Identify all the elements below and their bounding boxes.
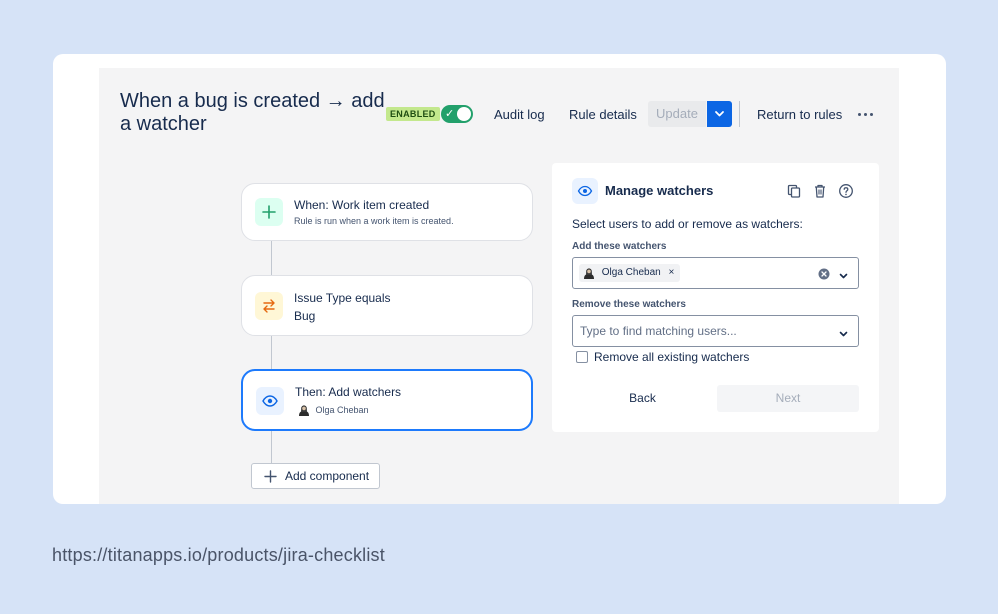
action-user-name: Olga Cheban (315, 405, 369, 415)
trash-icon[interactable] (812, 183, 828, 199)
condition-value: Bug (294, 309, 316, 323)
user-avatar-icon (298, 404, 310, 416)
more-icon[interactable] (857, 106, 875, 122)
footer-url: https://titanapps.io/products/jira-check… (52, 545, 385, 565)
trigger-title: When: Work item created (294, 198, 430, 212)
chevron-down-icon[interactable] (838, 268, 849, 279)
remove-watchers-field[interactable]: Type to find matching users... (572, 315, 859, 347)
remove-all-checkbox[interactable] (576, 351, 588, 363)
remove-watchers-label: Remove these watchers (572, 299, 686, 310)
eye-icon (572, 178, 598, 204)
rule-details-button[interactable]: Rule details (569, 104, 637, 126)
condition-node[interactable]: Issue Type equals Bug (241, 275, 533, 336)
condition-title: Issue Type equals (294, 291, 391, 305)
audit-log-button[interactable]: Audit log (494, 104, 545, 126)
manage-watchers-panel: Manage watchers Select users to add or r… (552, 163, 879, 432)
update-button[interactable]: Update (648, 101, 706, 127)
plus-icon (264, 470, 277, 483)
flow-connector (271, 240, 272, 276)
chevron-down-icon[interactable] (838, 326, 849, 337)
update-options-button[interactable] (707, 101, 732, 127)
eye-icon (256, 387, 284, 415)
add-watchers-field[interactable]: Olga Cheban × (572, 257, 859, 289)
panel-title: Manage watchers (605, 183, 714, 198)
add-component-button[interactable]: Add component (251, 463, 380, 489)
help-icon[interactable] (838, 183, 854, 199)
copy-icon[interactable] (786, 183, 802, 199)
watcher-tag: Olga Cheban × (579, 264, 681, 282)
user-avatar-icon (583, 267, 595, 279)
watcher-tag-name: Olga Cheban (601, 267, 661, 278)
panel-instruction: Select users to add or remove as watcher… (572, 217, 803, 231)
add-watchers-label: Add these watchers (572, 241, 667, 252)
toggle-knob (457, 107, 471, 121)
return-to-rules-button[interactable]: Return to rules (757, 104, 842, 126)
swap-icon (255, 292, 283, 320)
header-divider (739, 101, 740, 127)
remove-watchers-placeholder: Type to find matching users... (580, 324, 737, 338)
add-component-label: Add component (285, 469, 370, 483)
next-button[interactable]: Next (717, 385, 859, 412)
rule-enabled-toggle[interactable]: ✓ (441, 105, 473, 123)
check-icon: ✓ (445, 108, 455, 120)
close-icon[interactable]: × (669, 267, 675, 278)
plus-icon (255, 198, 283, 226)
rule-title: When a bug is created → add a watcher (120, 90, 385, 135)
action-title: Then: Add watchers (295, 385, 402, 399)
trigger-node[interactable]: When: Work item created Rule is run when… (241, 183, 533, 241)
back-button[interactable]: Back (572, 385, 713, 412)
chevron-down-icon (715, 111, 724, 117)
status-badge: ENABLED (386, 107, 440, 121)
trigger-subtitle: Rule is run when a work item is created. (294, 216, 454, 226)
action-node[interactable]: Then: Add watchers Olga Cheban (241, 369, 533, 431)
clear-icon[interactable] (818, 267, 830, 280)
flow-connector (271, 335, 272, 370)
flow-connector (271, 430, 272, 464)
action-user: Olga Cheban (298, 404, 369, 416)
remove-all-label: Remove all existing watchers (594, 350, 750, 364)
